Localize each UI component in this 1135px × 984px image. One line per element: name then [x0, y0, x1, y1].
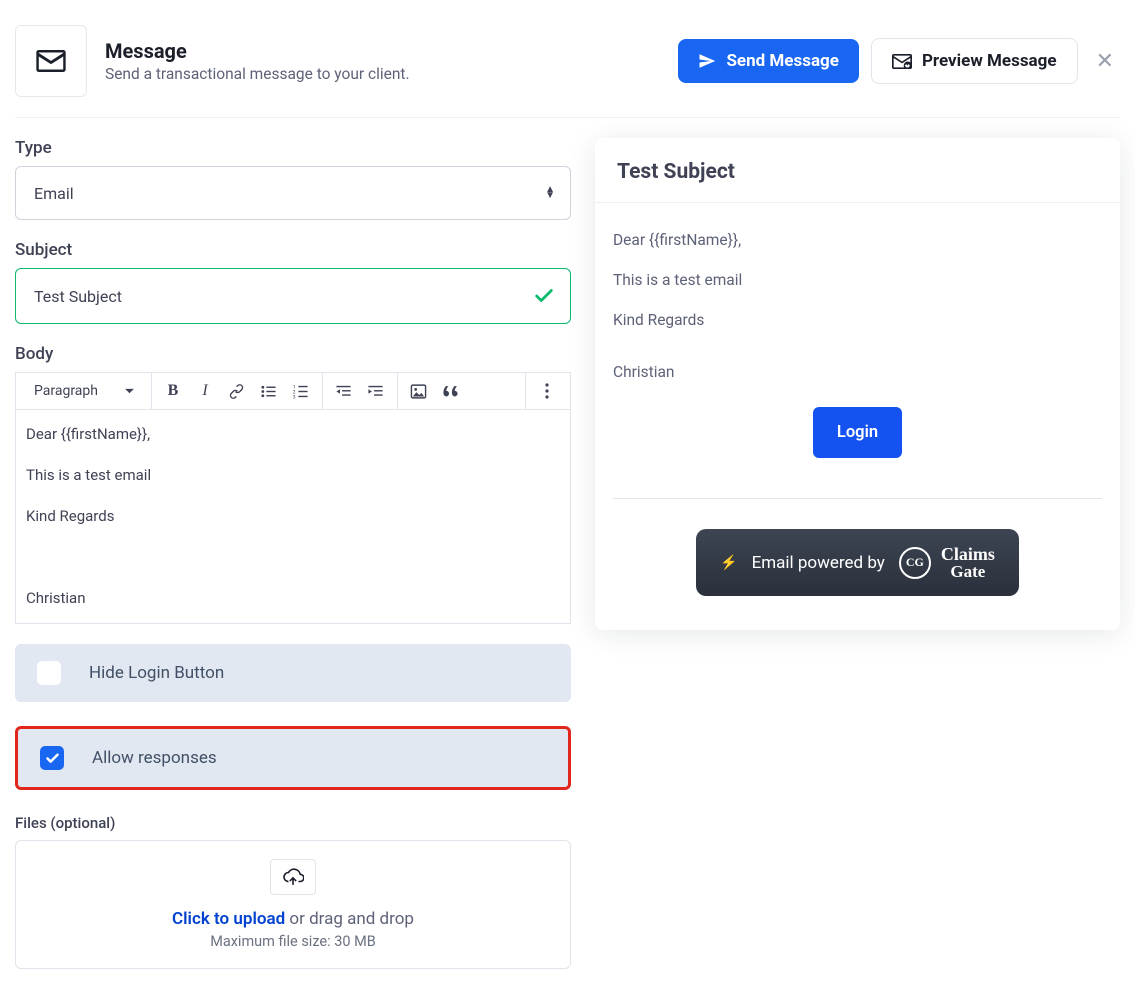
preview-line: This is a test email — [613, 271, 1102, 289]
number-list-icon: 123 — [292, 383, 309, 400]
subject-input[interactable] — [15, 268, 571, 324]
close-icon[interactable]: ✕ — [1090, 43, 1120, 80]
more-icon — [545, 383, 549, 399]
image-icon — [410, 383, 427, 400]
login-button[interactable]: Login — [813, 407, 902, 458]
send-message-button[interactable]: Send Message — [678, 39, 859, 83]
check-icon — [45, 751, 60, 766]
upload-icon — [282, 868, 304, 886]
send-message-label: Send Message — [726, 51, 839, 71]
indent-icon — [367, 383, 384, 400]
claims-gate-logo: CG Claims Gate — [899, 545, 995, 580]
files-label: Files (optional) — [15, 814, 571, 832]
type-select[interactable]: Email — [15, 166, 571, 220]
brand-top: Claims — [941, 545, 995, 563]
preview-line: Christian — [613, 363, 1102, 381]
bolt-icon: ⚡ — [720, 555, 737, 571]
toolbar-divider — [397, 373, 398, 409]
toolbar-quote-button[interactable] — [436, 376, 466, 406]
allow-responses-checkbox[interactable] — [40, 746, 64, 770]
editor-line: Kind Regards — [26, 506, 560, 527]
allow-responses-row: Allow responses — [15, 726, 571, 790]
logo-initials: CG — [899, 547, 931, 579]
toolbar-divider — [151, 373, 152, 409]
toolbar-more-button[interactable] — [532, 376, 562, 406]
preview-card: Test Subject Dear {{firstName}}, This is… — [595, 138, 1120, 630]
bullet-list-icon — [260, 383, 277, 400]
page-subtitle: Send a transactional message to your cli… — [105, 65, 410, 83]
upload-text: Click to upload or drag and drop — [34, 909, 552, 929]
preview-subject: Test Subject — [595, 138, 1120, 203]
toolbar-image-button[interactable] — [404, 376, 434, 406]
preview-icon — [892, 54, 912, 69]
page-title: Message — [105, 39, 410, 63]
send-icon — [698, 52, 716, 70]
hide-login-row: Hide Login Button — [15, 644, 571, 702]
powered-by-badge: ⚡ Email powered by CG Claims Gate — [696, 529, 1019, 596]
toolbar-divider — [322, 373, 323, 409]
toolbar-indent-button[interactable] — [361, 376, 391, 406]
preview-divider — [613, 498, 1102, 499]
toolbar-outdent-button[interactable] — [329, 376, 359, 406]
editor-line: This is a test email — [26, 465, 560, 486]
toolbar-number-list-button[interactable]: 123 — [286, 376, 316, 406]
preview-line: Kind Regards — [613, 311, 1102, 329]
subject-label: Subject — [15, 240, 571, 260]
upload-link[interactable]: Click to upload — [172, 909, 285, 929]
message-icon-box — [15, 25, 87, 97]
type-label: Type — [15, 138, 571, 158]
editor-line: Christian — [26, 588, 560, 609]
svg-text:3: 3 — [293, 394, 296, 399]
hide-login-label: Hide Login Button — [89, 663, 224, 683]
toolbar-bullet-list-button[interactable] — [254, 376, 284, 406]
page-header: Message Send a transactional message to … — [15, 15, 1120, 118]
editor-toolbar: Paragraph B I 123 — [15, 372, 571, 410]
preview-message-button[interactable]: Preview Message — [871, 38, 1078, 84]
editor-body[interactable]: Dear {{firstName}}, This is a test email… — [15, 410, 571, 624]
upload-rest: or drag and drop — [285, 909, 414, 929]
powered-by-text: Email powered by — [752, 553, 885, 573]
toolbar-divider — [525, 373, 526, 409]
editor-line — [26, 547, 560, 568]
brand-bottom: Gate — [941, 563, 995, 580]
toolbar-paragraph-select[interactable]: Paragraph — [24, 376, 145, 406]
valid-check-icon — [533, 285, 555, 307]
preview-message-label: Preview Message — [922, 51, 1057, 71]
body-label: Body — [15, 344, 571, 364]
outdent-icon — [335, 383, 352, 400]
link-icon — [228, 383, 245, 400]
toolbar-bold-button[interactable]: B — [158, 376, 188, 406]
upload-subtext: Maximum file size: 30 MB — [34, 933, 552, 950]
quote-icon — [442, 383, 459, 400]
allow-responses-label: Allow responses — [92, 748, 217, 768]
hide-login-checkbox[interactable] — [37, 661, 61, 685]
preview-line: Dear {{firstName}}, — [613, 231, 1102, 249]
toolbar-italic-button[interactable]: I — [190, 376, 220, 406]
upload-icon-box — [270, 859, 316, 895]
envelope-icon — [36, 50, 66, 72]
toolbar-link-button[interactable] — [222, 376, 252, 406]
chevron-down-icon — [124, 388, 135, 395]
editor-line: Dear {{firstName}}, — [26, 424, 560, 445]
